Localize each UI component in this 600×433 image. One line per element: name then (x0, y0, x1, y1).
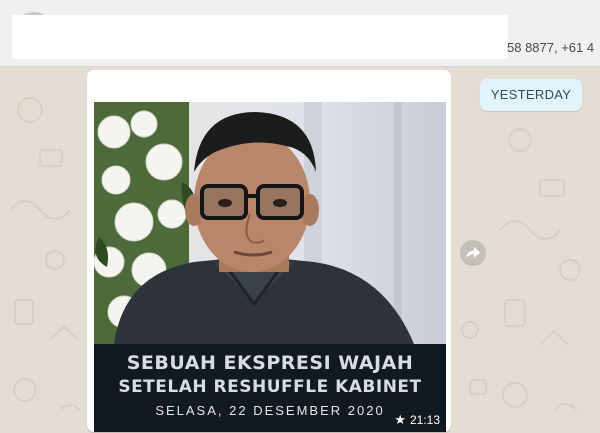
caption-date: SELASA, 22 DESEMBER 2020 (155, 403, 385, 418)
forward-icon (466, 247, 480, 259)
participants-list: 58 8877, +61 4 (507, 40, 595, 55)
message-meta: ★ 21:13 (394, 413, 440, 427)
message-image[interactable]: SEBUAH EKSPRESI WAJAH SETELAH RESHUFFLE … (94, 102, 446, 432)
star-icon: ★ (394, 412, 406, 427)
caption-subheadline: SETELAH RESHUFFLE KABINET (118, 377, 422, 397)
forward-button[interactable] (460, 240, 486, 266)
caption-headline: SEBUAH EKSPRESI WAJAH (126, 352, 414, 374)
image-caption-bar: SEBUAH EKSPRESI WAJAH SETELAH RESHUFFLE … (94, 344, 446, 432)
redacted-chat-title (12, 15, 508, 59)
message-time: 21:13 (409, 413, 440, 427)
chat-header[interactable]: 58 8877, +61 4 (0, 0, 600, 67)
date-divider: YESTERDAY (480, 79, 582, 111)
